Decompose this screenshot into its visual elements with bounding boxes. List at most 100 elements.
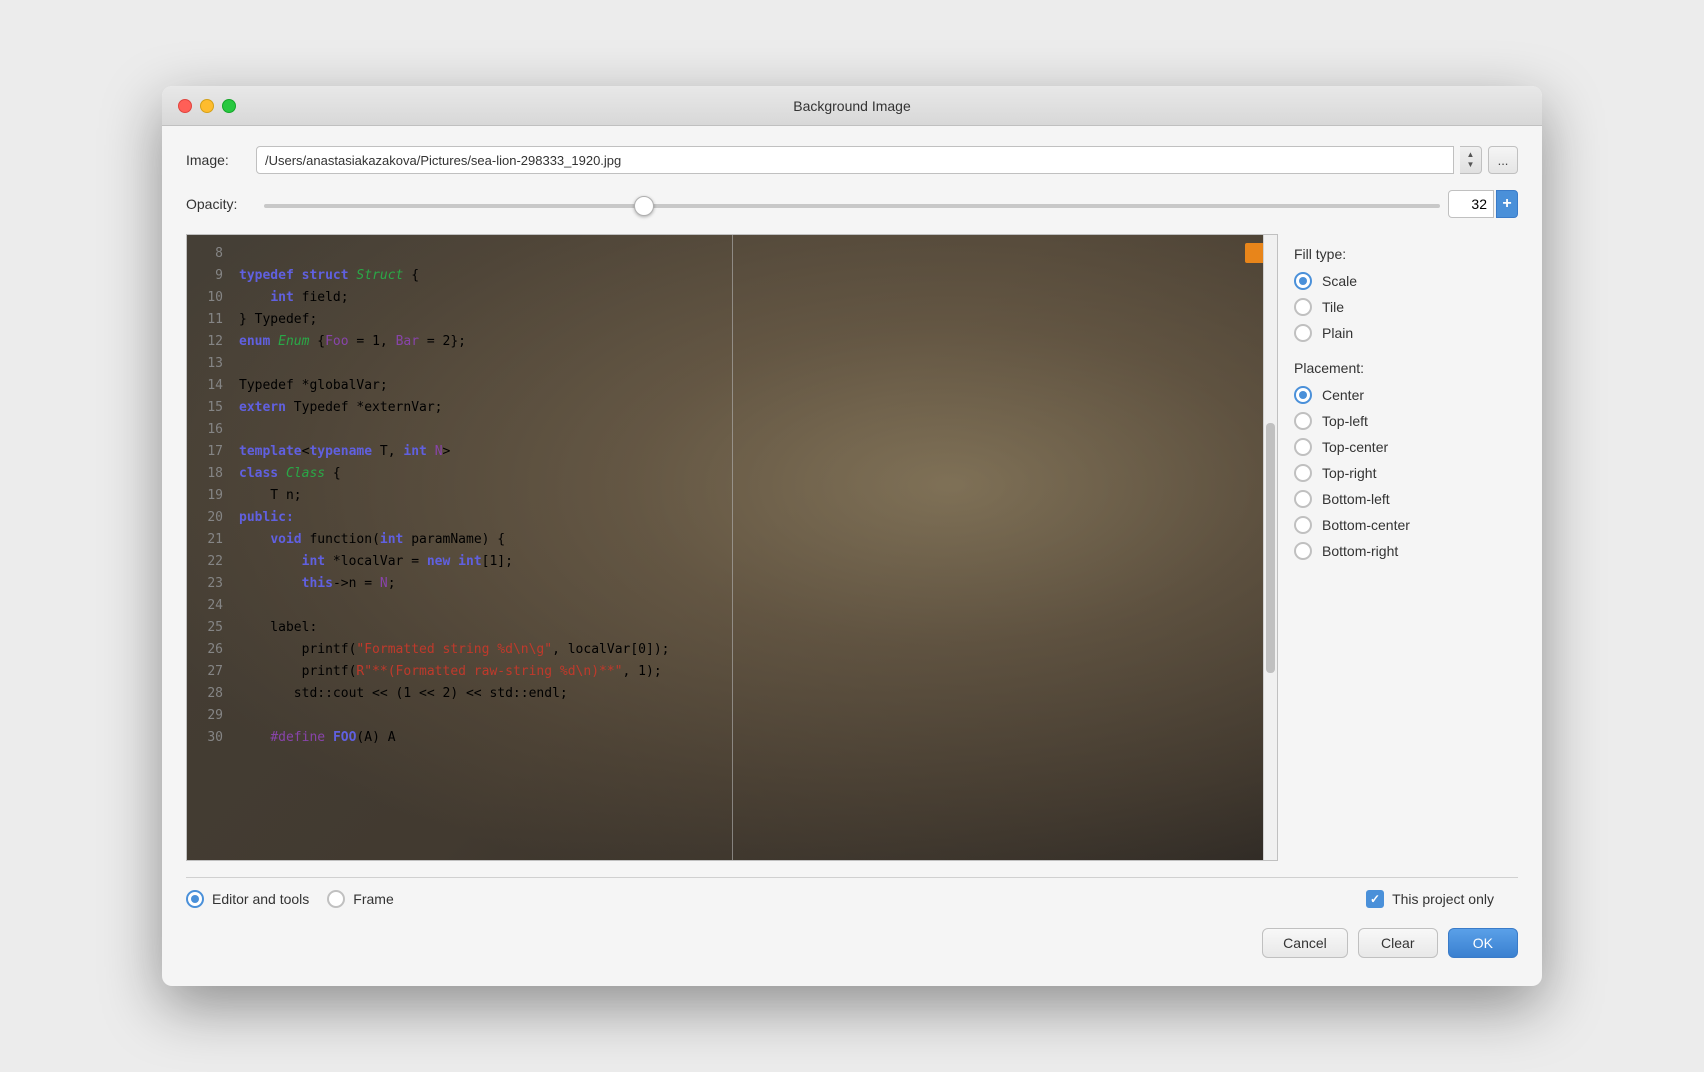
code-content: typedef struct Struct { int field; } Typ… (227, 235, 1277, 860)
placement-center-option[interactable]: Center (1294, 386, 1502, 404)
opacity-row: Opacity: + (186, 190, 1518, 218)
code-line-17: template<typename T, int N> (239, 441, 1265, 463)
apply-to-group: Editor and tools Frame (186, 890, 1366, 908)
image-path-input[interactable] (256, 146, 1454, 174)
image-row: Image: ▲ ▼ ... (186, 146, 1518, 174)
apply-frame-option[interactable]: Frame (327, 890, 393, 908)
opacity-value-container: + (1448, 190, 1518, 218)
fill-type-label: Fill type: (1294, 246, 1502, 262)
placement-bottomleft-option[interactable]: Bottom-left (1294, 490, 1502, 508)
code-line-30: #define FOO(A) A (239, 727, 1265, 749)
code-line-21: void function(int paramName) { (239, 529, 1265, 551)
close-button[interactable] (178, 99, 192, 113)
code-line-23: this->n = N; (239, 573, 1265, 595)
placement-bottomright-label: Bottom-right (1322, 543, 1398, 559)
code-line-19: T n; (239, 485, 1265, 507)
apply-editor-tools-label: Editor and tools (212, 891, 309, 907)
placement-group: Center Top-left Top-center Top-right (1294, 386, 1502, 560)
fill-tile-radio[interactable] (1294, 298, 1312, 316)
opacity-label: Opacity: (186, 196, 256, 212)
placement-center-radio[interactable] (1294, 386, 1312, 404)
project-only-checkbox[interactable] (1366, 890, 1384, 908)
spinner-up-icon: ▲ (1467, 151, 1475, 159)
placement-topright-label: Top-right (1322, 465, 1376, 481)
background-image-dialog: Background Image Image: ▲ ▼ ... Opacity: (162, 86, 1542, 986)
code-line-25: label: (239, 617, 1265, 639)
fill-plain-option[interactable]: Plain (1294, 324, 1502, 342)
cancel-button[interactable]: Cancel (1262, 928, 1348, 958)
apply-editor-tools-option[interactable]: Editor and tools (186, 890, 309, 908)
project-only-label: This project only (1392, 891, 1494, 907)
placement-bottomright-option[interactable]: Bottom-right (1294, 542, 1502, 560)
placement-topleft-label: Top-left (1322, 413, 1368, 429)
code-line-18: class Class { (239, 463, 1265, 485)
placement-topleft-radio[interactable] (1294, 412, 1312, 430)
main-content: 8 9 10 11 12 13 14 15 16 17 18 19 20 21 (186, 234, 1518, 861)
opacity-input[interactable] (1448, 190, 1494, 218)
placement-bottomcenter-radio[interactable] (1294, 516, 1312, 534)
image-label: Image: (186, 152, 256, 168)
minimize-button[interactable] (200, 99, 214, 113)
opacity-slider[interactable] (264, 204, 1440, 208)
fill-type-group: Scale Tile Plain (1294, 272, 1502, 342)
code-line-29 (239, 705, 1265, 727)
browse-button[interactable]: ... (1488, 146, 1518, 174)
project-only-group: This project only (1366, 890, 1494, 908)
clear-button[interactable]: Clear (1358, 928, 1438, 958)
dialog-title: Background Image (793, 98, 911, 114)
code-editor: 8 9 10 11 12 13 14 15 16 17 18 19 20 21 (187, 235, 1277, 860)
placement-topright-option[interactable]: Top-right (1294, 464, 1502, 482)
code-line-8 (239, 243, 1265, 265)
fill-scale-option[interactable]: Scale (1294, 272, 1502, 290)
fill-tile-option[interactable]: Tile (1294, 298, 1502, 316)
spinner-down-icon: ▼ (1467, 161, 1475, 169)
apply-frame-radio[interactable] (327, 890, 345, 908)
code-line-9: typedef struct Struct { (239, 265, 1265, 287)
slider-container (256, 195, 1448, 213)
code-line-11: } Typedef; (239, 309, 1265, 331)
placement-bottomleft-label: Bottom-left (1322, 491, 1390, 507)
code-line-20: public: (239, 507, 1265, 529)
apply-frame-label: Frame (353, 891, 393, 907)
code-line-26: printf("Formatted string %d\n\g", localV… (239, 639, 1265, 661)
titlebar: Background Image (162, 86, 1542, 126)
scrollbar[interactable] (1263, 235, 1277, 860)
action-buttons: Cancel Clear OK (186, 916, 1518, 966)
code-line-28: std::cout << (1 << 2) << std::endl; (239, 683, 1265, 705)
code-line-14: Typedef *globalVar; (239, 375, 1265, 397)
line-numbers: 8 9 10 11 12 13 14 15 16 17 18 19 20 21 (187, 235, 227, 860)
placement-topright-radio[interactable] (1294, 464, 1312, 482)
fill-tile-label: Tile (1322, 299, 1344, 315)
placement-bottomleft-radio[interactable] (1294, 490, 1312, 508)
ok-button[interactable]: OK (1448, 928, 1518, 958)
image-input-container: ▲ ▼ ... (256, 146, 1518, 174)
code-line-12: enum Enum {Foo = 1, Bar = 2}; (239, 331, 1265, 353)
bottom-row: Editor and tools Frame This project only (186, 877, 1518, 916)
placement-topleft-option[interactable]: Top-left (1294, 412, 1502, 430)
placement-topcenter-radio[interactable] (1294, 438, 1312, 456)
code-line-24 (239, 595, 1265, 617)
opacity-plus-button[interactable]: + (1496, 190, 1518, 218)
placement-bottomcenter-label: Bottom-center (1322, 517, 1410, 533)
path-spinner[interactable]: ▲ ▼ (1460, 146, 1482, 174)
preview-area: 8 9 10 11 12 13 14 15 16 17 18 19 20 21 (186, 234, 1278, 861)
dialog-body: Image: ▲ ▼ ... Opacity: + (162, 126, 1542, 986)
code-line-13 (239, 353, 1265, 375)
placement-bottomright-radio[interactable] (1294, 542, 1312, 560)
code-line-10: int field; (239, 287, 1265, 309)
code-line-27: printf(R"**(Formatted raw-string %d\n)**… (239, 661, 1265, 683)
fill-scale-radio[interactable] (1294, 272, 1312, 290)
maximize-button[interactable] (222, 99, 236, 113)
placement-topcenter-option[interactable]: Top-center (1294, 438, 1502, 456)
code-line-22: int *localVar = new int[1]; (239, 551, 1265, 573)
sidebar-panel: Fill type: Scale Tile Plain (1278, 234, 1518, 861)
apply-editor-tools-radio[interactable] (186, 890, 204, 908)
scrollbar-thumb[interactable] (1266, 423, 1275, 673)
code-line-15: extern Typedef *externVar; (239, 397, 1265, 419)
placement-topcenter-label: Top-center (1322, 439, 1388, 455)
fill-scale-label: Scale (1322, 273, 1357, 289)
window-controls (178, 99, 236, 113)
code-line-16 (239, 419, 1265, 441)
fill-plain-radio[interactable] (1294, 324, 1312, 342)
placement-bottomcenter-option[interactable]: Bottom-center (1294, 516, 1502, 534)
